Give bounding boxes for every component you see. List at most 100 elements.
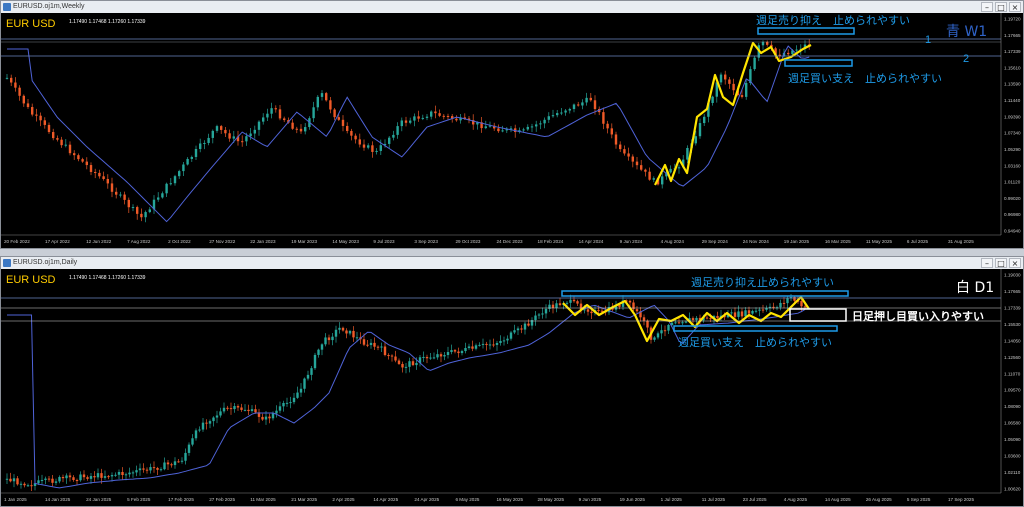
date-scale-label: 23 Jul 2025 — [743, 497, 767, 502]
daily-symbol-label: EUR USD — [6, 274, 56, 286]
price-scale-label: 1.11440 — [1004, 98, 1021, 103]
date-scale-label: 21 Mar 2025 — [291, 497, 317, 502]
date-scale-label: 19 Mar 2023 — [291, 239, 317, 244]
weekly-resist-annotation: 週足売り抑え 止められやすい — [756, 13, 910, 27]
date-scale-label: 14 Jan 2025 — [45, 497, 71, 502]
price-scale-label: 1.03160 — [1004, 163, 1021, 168]
price-scale-label: 1.03600 — [1004, 454, 1021, 459]
date-scale-label: 31 Aug 2025 — [948, 239, 974, 244]
date-scale-label: 9 Jun 2024 — [620, 239, 643, 244]
date-scale-label: 27 Feb 2025 — [209, 497, 235, 502]
date-scale-label: 24 Apr 2025 — [414, 497, 439, 502]
weekly-symbol-label: EUR USD — [6, 18, 56, 30]
minimize-button[interactable]: – — [981, 2, 993, 12]
date-scale-label: 24 Dec 2023 — [497, 239, 523, 244]
date-scale-label: 4 Aug 2024 — [661, 239, 685, 244]
date-scale-label: 27 Nov 2022 — [209, 239, 235, 244]
price-scale-label: 1.06580 — [1004, 421, 1021, 426]
price-scale-label: 1.17665 — [1004, 289, 1021, 294]
price-scale-label: 1.02110 — [1004, 470, 1021, 475]
date-scale-label: 12 Jun 2022 — [86, 239, 112, 244]
date-scale-label: 2 Apr 2025 — [332, 497, 355, 502]
price-scale-label: 1.11070 — [1004, 371, 1021, 376]
daily-window-title: EURUSD.oj1m,Daily — [13, 259, 78, 266]
price-scale-label: 1.13590 — [1004, 82, 1021, 87]
price-scale-label: 1.05290 — [1004, 147, 1021, 152]
maximize-button[interactable]: □ — [995, 258, 1007, 268]
weekly-price-chart[interactable]: 週足売り抑え 止められやすい 週足買い支え 止められやすい 1 2 青 W1 E… — [1, 13, 1023, 248]
date-scale-label: 3 Sep 2023 — [414, 239, 438, 244]
candlestick — [325, 91, 328, 102]
price-scale-label: 1.17339 — [1004, 49, 1021, 54]
price-scale-label: 1.17339 — [1004, 305, 1021, 310]
date-scale-label: 29 Sep 2024 — [702, 239, 729, 244]
candlestick — [313, 352, 317, 370]
price-scale-label: 0.94940 — [1004, 229, 1021, 234]
daily-support-annotation: 週足買い支え 止められやすい — [678, 336, 832, 349]
date-scale-label: 14 Aug 2025 — [825, 497, 851, 502]
date-scale-label: 6 May 2025 — [455, 497, 479, 502]
price-scale-label: 1.07340 — [1004, 131, 1021, 136]
date-scale-label: 5 Sep 2025 — [907, 497, 931, 502]
date-scale-label: 16 May 2025 — [497, 497, 524, 502]
date-scale-label: 11 May 2025 — [866, 239, 893, 244]
date-scale-label: 24 Nov 2024 — [743, 239, 769, 244]
date-scale-label: 6 Jul 2025 — [907, 239, 929, 244]
date-scale-label: 4 Aug 2025 — [784, 497, 808, 502]
date-scale-label: 19 Jan 2025 — [784, 239, 810, 244]
maximize-button[interactable]: □ — [995, 2, 1007, 12]
price-scale-label: 1.01120 — [1004, 180, 1021, 185]
date-scale-label: 18 Feb 2024 — [538, 239, 564, 244]
date-scale-label: 22 Jan 2023 — [250, 239, 276, 244]
price-scale-label: 0.96980 — [1004, 212, 1021, 217]
date-scale-label: 14 Apr 2024 — [579, 239, 604, 244]
date-scale-label: 1 Jan 2025 — [4, 497, 27, 502]
date-scale-label: 24 Jan 2025 — [86, 497, 112, 502]
price-scale-label: 1.09390 — [1004, 114, 1021, 119]
date-scale-label: 14 May 2023 — [332, 239, 359, 244]
price-scale-label: 1.08090 — [1004, 404, 1021, 409]
daily-chart-window[interactable]: EURUSD.oj1m,Daily – □ × 週足売り抑え止められやすい 週足… — [0, 256, 1024, 507]
date-scale-label: 17 Feb 2025 — [168, 497, 194, 502]
date-scale-label: 7 Aug 2022 — [127, 239, 151, 244]
price-scale-label: 0.99020 — [1004, 196, 1021, 201]
weekly-chart-window[interactable]: EURUSD.oj1m,Weekly – □ × 週足売り抑え 止められやすい … — [0, 0, 1024, 249]
chart-window-icon — [3, 259, 11, 267]
close-button[interactable]: × — [1009, 2, 1021, 12]
price-scale-label: 1.17665 — [1004, 33, 1021, 38]
level-1-label: 1 — [925, 34, 931, 46]
price-scale-label: 1.19030 — [1004, 273, 1021, 278]
price-scale-label: 1.05090 — [1004, 437, 1021, 442]
date-scale-label: 11 Jul 2025 — [702, 497, 726, 502]
date-scale-label: 5 Feb 2025 — [127, 497, 151, 502]
price-scale-label: 1.12560 — [1004, 355, 1021, 360]
weekly-timeframe-label: 青 W1 — [946, 24, 987, 40]
date-scale-label: 9 Jun 2025 — [579, 497, 602, 502]
date-scale-label: 14 Apr 2025 — [373, 497, 398, 502]
minimize-button[interactable]: – — [981, 258, 993, 268]
date-scale-label: 1 Jul 2025 — [661, 497, 683, 502]
price-scale-label: 1.15610 — [1004, 65, 1021, 70]
price-scale-label: 1.14050 — [1004, 338, 1021, 343]
date-scale-label: 16 Mar 2025 — [825, 239, 851, 244]
date-scale-label: 2 Oct 2022 — [168, 239, 191, 244]
close-button[interactable]: × — [1009, 258, 1021, 268]
date-scale-label: 20 Feb 2022 — [4, 239, 30, 244]
daily-timeframe-label: 白 D1 — [956, 280, 994, 296]
date-scale-label: 19 Jun 2025 — [620, 497, 646, 502]
weekly-ohlc-readout: 1.17490 1.17468 1.17260 1.17339 — [69, 19, 146, 25]
daily-buy-annotation: 日足押し目買い入りやすい — [852, 309, 984, 323]
level-2-label: 2 — [963, 53, 969, 65]
date-scale-label: 29 Oct 2023 — [455, 239, 480, 244]
date-scale-label: 17 Sep 2025 — [948, 497, 975, 502]
date-scale-label: 17 Apr 2022 — [45, 239, 70, 244]
date-scale-label: 9 Jul 2023 — [373, 239, 395, 244]
price-scale-label: 1.19720 — [1004, 17, 1021, 22]
price-scale-label: 1.09570 — [1004, 388, 1021, 393]
candlestick — [753, 55, 756, 71]
date-scale-label: 26 Aug 2025 — [866, 497, 892, 502]
weekly-window-title: EURUSD.oj1m,Weekly — [13, 3, 85, 10]
chart-window-icon — [3, 3, 11, 11]
daily-price-chart[interactable]: 週足売り抑え止められやすい 週足買い支え 止められやすい 日足押し目買い入りやす… — [1, 269, 1023, 506]
price-scale-label: 1.15530 — [1004, 322, 1021, 327]
